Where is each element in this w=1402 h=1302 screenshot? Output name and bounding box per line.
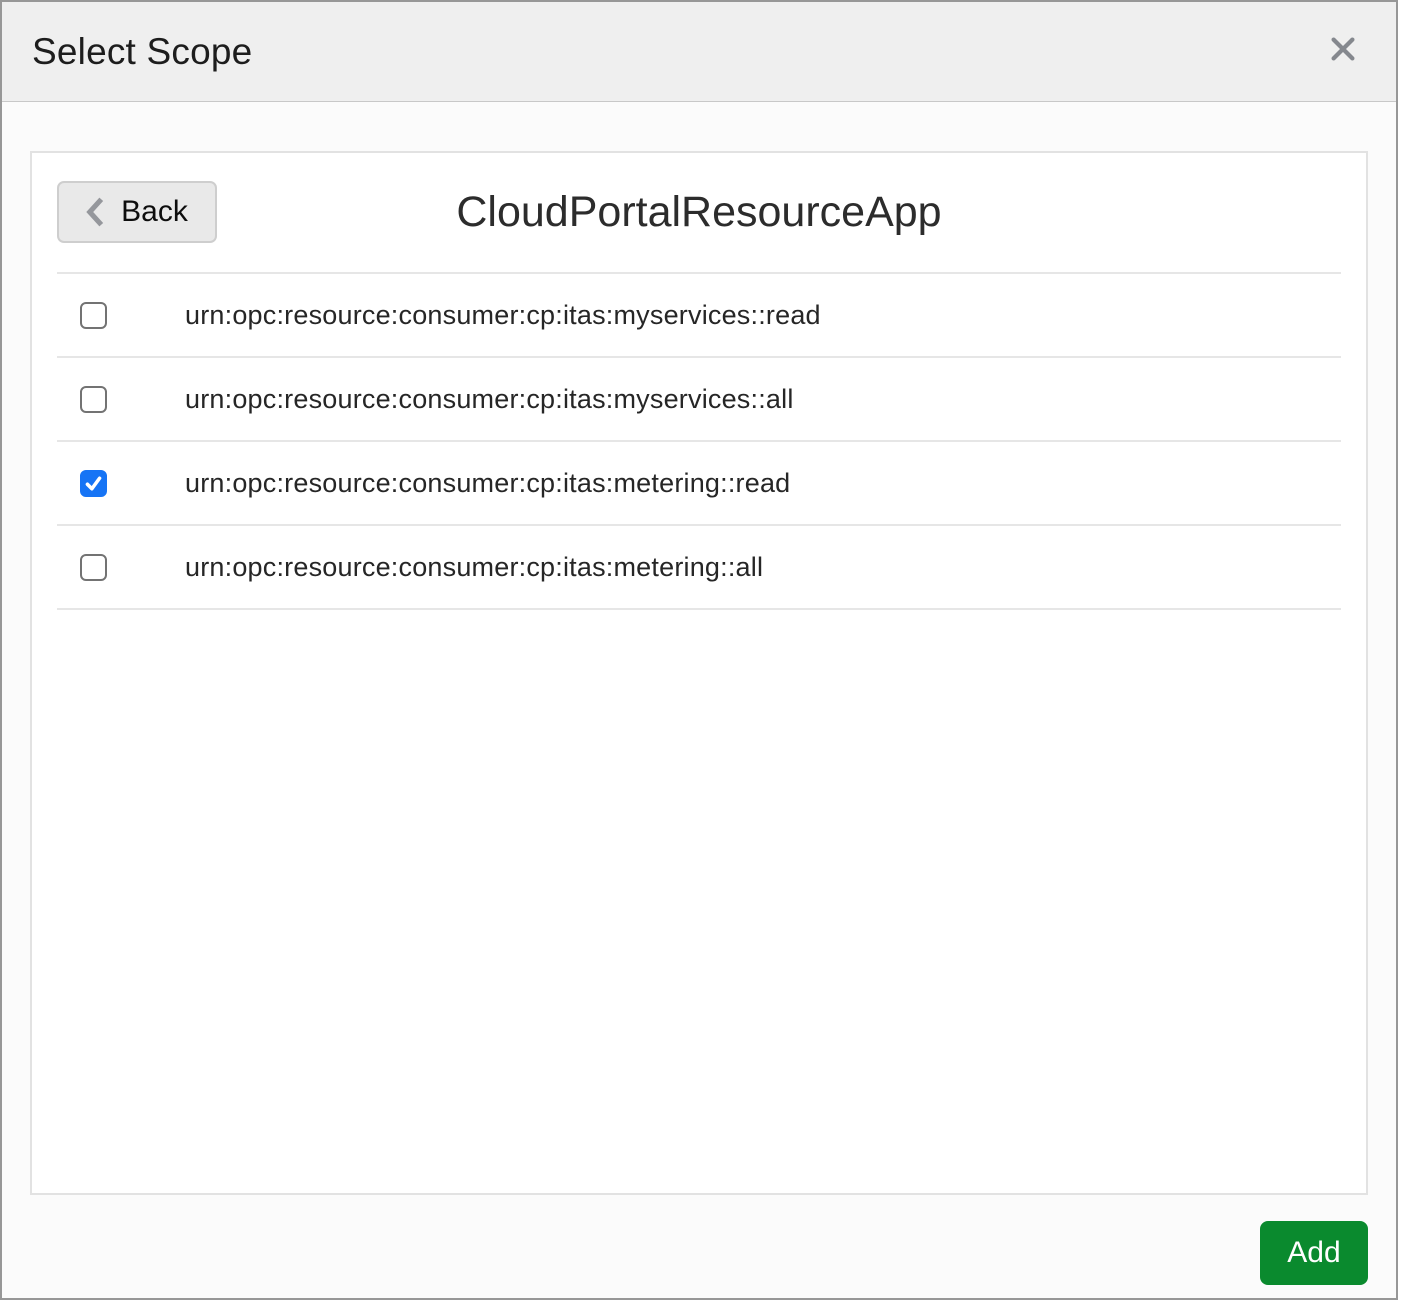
- scope-panel: Back CloudPortalResourceApp urn:opc:reso…: [30, 151, 1368, 1195]
- scope-checkbox[interactable]: [80, 554, 107, 581]
- back-button-label: Back: [121, 195, 188, 229]
- scope-label: urn:opc:resource:consumer:cp:itas:meteri…: [185, 468, 790, 499]
- scope-row: urn:opc:resource:consumer:cp:itas:myserv…: [57, 358, 1341, 442]
- close-button[interactable]: [1320, 29, 1366, 75]
- checkmark-icon: [83, 473, 104, 494]
- dialog-header: Select Scope: [2, 2, 1396, 102]
- close-icon: [1328, 34, 1358, 69]
- dialog-footer: Add: [30, 1195, 1368, 1285]
- back-button[interactable]: Back: [57, 181, 217, 243]
- scope-label: urn:opc:resource:consumer:cp:itas:myserv…: [185, 300, 821, 331]
- scope-checkbox[interactable]: [80, 302, 107, 329]
- add-button[interactable]: Add: [1260, 1221, 1368, 1285]
- scope-label: urn:opc:resource:consumer:cp:itas:myserv…: [185, 384, 794, 415]
- chevron-left-icon: [86, 197, 105, 227]
- resource-app-title: CloudPortalResourceApp: [57, 181, 1341, 243]
- scope-row: urn:opc:resource:consumer:cp:itas:meteri…: [57, 526, 1341, 610]
- dialog-title: Select Scope: [32, 31, 252, 73]
- scope-checkbox[interactable]: [80, 470, 107, 497]
- panel-header: Back CloudPortalResourceApp: [57, 181, 1341, 243]
- scope-label: urn:opc:resource:consumer:cp:itas:meteri…: [185, 552, 763, 583]
- scope-list: urn:opc:resource:consumer:cp:itas:myserv…: [57, 272, 1341, 610]
- scope-checkbox[interactable]: [80, 386, 107, 413]
- scope-row: urn:opc:resource:consumer:cp:itas:myserv…: [57, 274, 1341, 358]
- scope-row: urn:opc:resource:consumer:cp:itas:meteri…: [57, 442, 1341, 526]
- select-scope-dialog: Select Scope Back: [0, 0, 1398, 1300]
- dialog-body: Back CloudPortalResourceApp urn:opc:reso…: [2, 102, 1396, 1298]
